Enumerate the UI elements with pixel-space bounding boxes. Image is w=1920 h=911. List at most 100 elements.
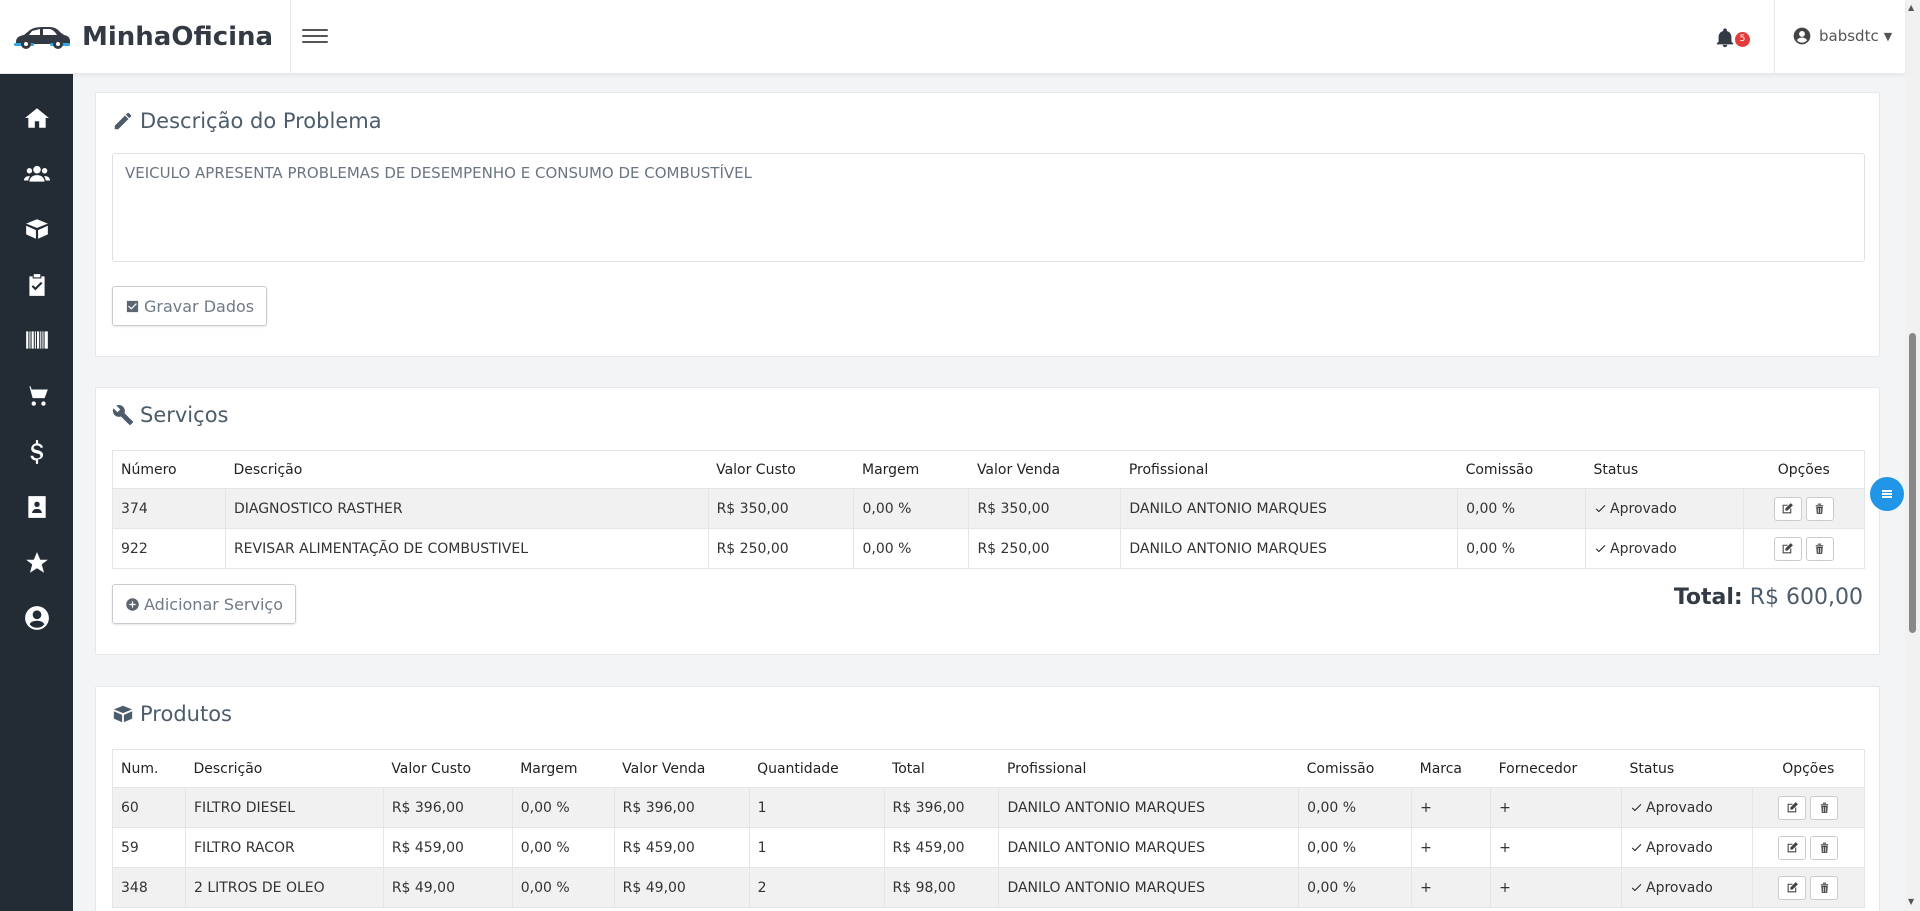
products-title: Produtos — [112, 702, 232, 726]
save-button-label: Gravar Dados — [144, 296, 255, 316]
sidebar-item-contacts[interactable] — [0, 487, 73, 527]
edit-button[interactable] — [1773, 536, 1802, 561]
edit-button[interactable] — [1778, 875, 1807, 900]
cell-status: Aprovado — [1585, 488, 1744, 529]
delete-button[interactable] — [1805, 496, 1834, 521]
sidebar-item-clients[interactable] — [0, 154, 73, 194]
col-header: Quantidade — [749, 749, 885, 788]
save-button[interactable]: Gravar Dados — [112, 286, 268, 326]
total-label: Total: — [1673, 585, 1743, 610]
delete-button[interactable] — [1810, 835, 1839, 860]
cell-professional: DANILO ANTONIO MARQUES — [1120, 488, 1458, 529]
plus-circle-icon — [126, 597, 139, 611]
sidebar-item-home[interactable] — [0, 98, 73, 138]
total-value: R$ 600,00 — [1749, 585, 1863, 610]
scroll-down-arrow-icon[interactable]: ▼ — [1908, 897, 1914, 906]
edit-button[interactable] — [1778, 795, 1807, 820]
edit-icon — [1787, 802, 1798, 813]
sidebar-item-products[interactable] — [0, 209, 73, 249]
edit-icon — [1787, 882, 1798, 893]
cell-brand[interactable]: + — [1411, 827, 1491, 868]
problem-title-text: Descrição do Problema — [140, 109, 382, 133]
cell-commission: 0,00 % — [1298, 867, 1412, 908]
cell-supplier[interactable]: + — [1490, 867, 1622, 908]
services-total: Total: R$ 600,00 — [1674, 585, 1863, 610]
floating-menu-button[interactable] — [1870, 477, 1904, 511]
edit-button[interactable] — [1778, 835, 1807, 860]
sidebar-item-finance[interactable] — [0, 432, 73, 472]
cell-total: R$ 459,00 — [883, 827, 999, 868]
col-header: Fornecedor — [1490, 749, 1622, 788]
cell-number: 922 — [112, 528, 226, 569]
menu-toggle-icon[interactable] — [302, 25, 328, 47]
trash-icon — [1820, 802, 1829, 813]
sidebar-item-profile[interactable] — [0, 598, 73, 638]
table-row: 60 FILTRO DIESEL R$ 396,00 0,00 % R$ 396… — [112, 787, 1865, 828]
col-header: Marca — [1411, 749, 1491, 788]
table-header: Num. Descrição Valor Custo Margem Valor … — [112, 749, 1865, 788]
wrench-icon — [112, 405, 134, 426]
trash-icon — [1816, 503, 1824, 514]
cell-brand[interactable]: + — [1411, 867, 1491, 908]
col-header: Opções — [1752, 749, 1865, 788]
contact-book-icon — [27, 496, 46, 518]
add-service-label: Adicionar Serviço — [144, 594, 283, 614]
col-header: Comissão — [1457, 450, 1586, 489]
car-logo-icon — [14, 27, 70, 49]
edit-icon — [1783, 503, 1794, 514]
cell-cost: R$ 396,00 — [382, 787, 513, 828]
col-header: Descrição — [225, 450, 709, 489]
cell-commission: 0,00 % — [1298, 827, 1412, 868]
edit-icon — [1783, 543, 1794, 554]
cell-commission: 0,00 % — [1298, 787, 1412, 828]
box-icon — [113, 705, 133, 723]
cell-supplier[interactable]: + — [1490, 827, 1622, 868]
user-menu[interactable]: babsdtc ▼ — [1792, 26, 1892, 46]
scrollbar-thumb[interactable] — [1909, 333, 1916, 633]
cell-description: 2 LITROS DE OLEO — [184, 867, 384, 908]
edit-icon — [1787, 842, 1798, 853]
cell-options — [1751, 827, 1865, 868]
divider — [290, 0, 291, 74]
divider — [1774, 0, 1775, 74]
sidebar-item-sales[interactable] — [0, 376, 73, 416]
table-header: Número Descrição Valor Custo Margem Valo… — [112, 450, 1865, 489]
cell-price: R$ 49,00 — [613, 867, 750, 908]
status-text: Aprovado — [1646, 879, 1713, 896]
col-header: Margem — [853, 450, 969, 489]
col-header: Status — [1585, 450, 1744, 489]
cell-cost: R$ 250,00 — [707, 528, 854, 569]
services-title: Serviços — [112, 403, 228, 427]
add-service-button[interactable]: Adicionar Serviço — [112, 584, 296, 624]
delete-button[interactable] — [1805, 536, 1834, 561]
sidebar-item-inventory[interactable] — [0, 320, 73, 360]
scroll-up-arrow-icon[interactable]: ▲ — [1908, 3, 1914, 12]
problem-textarea[interactable]: VEICULO APRESENTA PROBLEMAS DE DESEMPENH… — [112, 153, 1865, 262]
box-icon — [25, 219, 48, 239]
star-icon — [25, 552, 48, 573]
delete-button[interactable] — [1810, 795, 1839, 820]
cell-total: R$ 396,00 — [883, 787, 999, 828]
cell-options — [1742, 528, 1865, 569]
sidebar-item-orders[interactable] — [0, 265, 73, 305]
cell-description: FILTRO RACOR — [184, 827, 384, 868]
products-table: Num. Descrição Valor Custo Margem Valor … — [112, 749, 1865, 908]
delete-button[interactable] — [1810, 875, 1839, 900]
cell-status: Aprovado — [1621, 867, 1753, 908]
edit-button[interactable] — [1773, 496, 1802, 521]
cell-margin: 0,00 % — [853, 488, 969, 529]
cell-supplier[interactable]: + — [1490, 787, 1622, 828]
user-circle-icon — [24, 606, 49, 630]
sidebar-item-favorites[interactable] — [0, 543, 73, 583]
status-text: Aprovado — [1646, 799, 1713, 816]
brand[interactable]: MinhaOficina — [0, 0, 290, 74]
cell-brand[interactable]: + — [1411, 787, 1491, 828]
status-text: Aprovado — [1610, 540, 1677, 557]
cell-cost: R$ 459,00 — [382, 827, 513, 868]
cell-cost: R$ 49,00 — [382, 867, 513, 908]
col-header: Valor Custo — [708, 450, 854, 489]
bell-icon[interactable] — [1714, 27, 1736, 49]
cell-price: R$ 350,00 — [968, 488, 1121, 529]
trash-icon — [1816, 543, 1824, 554]
products-title-text: Produtos — [140, 702, 232, 726]
